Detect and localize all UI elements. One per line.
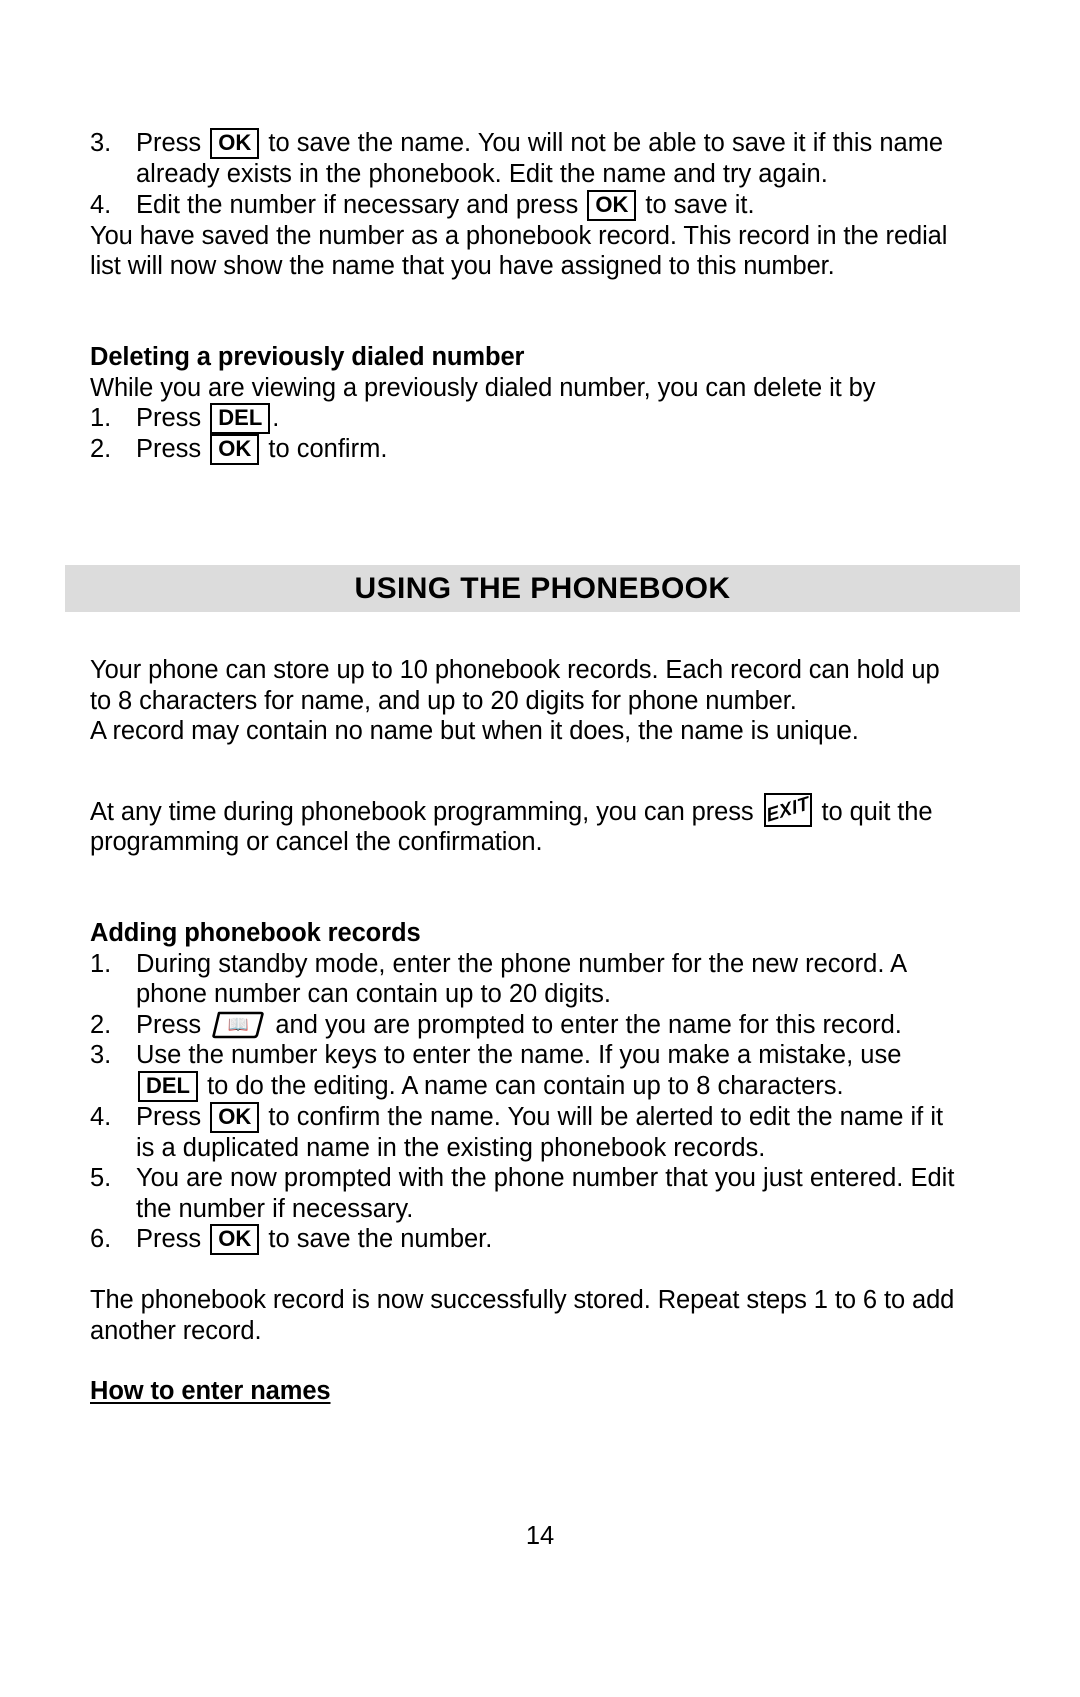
ok-key[interactable]: OK bbox=[210, 1101, 260, 1133]
exit-key-label: EXIT bbox=[764, 792, 811, 827]
list-item: 1. During standby mode, enter the phone … bbox=[90, 949, 960, 1010]
list-number: 1. bbox=[90, 404, 112, 432]
page-content: 3. Press OK to save the name. You will n… bbox=[90, 128, 960, 465]
list-item: 5. You are now prompted with the phone n… bbox=[90, 1163, 960, 1224]
adding-steps-list: 1. During standby mode, enter the phone … bbox=[90, 949, 960, 1255]
manual-page: 3. Press OK to save the name. You will n… bbox=[0, 0, 1080, 1697]
list-text: Press OK to confirm. bbox=[136, 434, 960, 465]
list-number: 3. bbox=[90, 1041, 112, 1069]
ok-key[interactable]: OK bbox=[210, 128, 260, 159]
list-text: Press OK to save the name. You will not … bbox=[136, 128, 960, 190]
ok-key[interactable]: OK bbox=[587, 189, 637, 221]
list-item: 2. Press 📖 and you are prompted to enter… bbox=[90, 1010, 960, 1041]
step-text-after: to save it. bbox=[645, 190, 755, 219]
list-number: 5. bbox=[90, 1164, 112, 1192]
step-text-after: to save the number. bbox=[268, 1225, 493, 1253]
list-text: Press OK to save the number. bbox=[136, 1224, 960, 1255]
step-text-b: to do the editing. A name can contain up… bbox=[207, 1071, 844, 1100]
step-text-after: and you are prompted to enter the name f… bbox=[275, 1010, 902, 1039]
phonebook-book-icon[interactable]: 📖 bbox=[211, 1011, 265, 1039]
section-banner-title: USING THE PHONEBOOK bbox=[354, 571, 731, 605]
list-item: 4. Press OK to confirm the name. You wil… bbox=[90, 1101, 960, 1164]
exit-key-paragraph: At any time during phonebook programming… bbox=[90, 792, 960, 858]
list-item: 3. Use the number keys to enter the name… bbox=[90, 1040, 960, 1102]
list-item: 6. Press OK to save the number. bbox=[90, 1224, 960, 1255]
list-item: 4. Edit the number if necessary and pres… bbox=[90, 189, 960, 221]
deleting-section-heading: Deleting a previously dialed number bbox=[90, 342, 525, 371]
step-text-before: Press bbox=[136, 1225, 202, 1253]
list-number: 1. bbox=[90, 949, 112, 978]
list-text: You are now prompted with the phone numb… bbox=[136, 1164, 955, 1223]
step-text-before: Press bbox=[136, 435, 202, 463]
ok-key[interactable]: OK bbox=[210, 1224, 260, 1255]
list-number: 6. bbox=[90, 1225, 112, 1253]
saved-number-paragraph: You have saved the number as a phonebook… bbox=[90, 221, 948, 281]
page-content-lower: Your phone can store up to 10 phonebook … bbox=[90, 655, 960, 1407]
step-text-after: . bbox=[272, 404, 280, 432]
list-text: Edit the number if necessary and press O… bbox=[136, 189, 960, 221]
adding-section-closing: The phonebook record is now successfully… bbox=[90, 1286, 955, 1345]
list-text: During standby mode, enter the phone num… bbox=[136, 949, 906, 1009]
phonebook-unique-name-paragraph: A record may contain no name but when it… bbox=[90, 717, 859, 745]
del-key[interactable]: DEL bbox=[138, 1070, 198, 1102]
list-text: Use the number keys to enter the name. I… bbox=[136, 1040, 960, 1102]
top-steps-list: 3. Press OK to save the name. You will n… bbox=[90, 128, 960, 221]
step-text-after: to confirm. bbox=[268, 435, 388, 463]
deleting-section-intro: While you are viewing a previously diale… bbox=[90, 373, 876, 402]
list-item: 2. Press OK to confirm. bbox=[90, 434, 960, 465]
step-text-before: Edit the number if necessary and press bbox=[136, 190, 579, 219]
step-text-before: Press bbox=[136, 1010, 202, 1039]
list-text: Press 📖 and you are prompted to enter th… bbox=[136, 1010, 960, 1041]
page-number: 14 bbox=[525, 1522, 555, 1550]
step-text-before: Press bbox=[136, 129, 202, 157]
list-number: 4. bbox=[90, 190, 112, 219]
exit-key[interactable]: EXIT bbox=[763, 792, 812, 827]
list-number: 4. bbox=[90, 1102, 112, 1131]
list-number: 2. bbox=[90, 1010, 112, 1039]
exit-line-before: At any time during phonebook programming… bbox=[90, 797, 754, 826]
list-text: Press DEL. bbox=[136, 403, 960, 434]
deleting-steps-list: 1. Press DEL. 2. Press OK to confirm. bbox=[90, 403, 960, 465]
list-item: 1. Press DEL. bbox=[90, 403, 960, 434]
list-item: 3. Press OK to save the name. You will n… bbox=[90, 128, 960, 190]
step-text-before: Press bbox=[136, 1102, 202, 1131]
step-text-before: Press bbox=[136, 404, 202, 432]
adding-section-heading: Adding phonebook records bbox=[90, 918, 421, 947]
phonebook-capacity-paragraph: Your phone can store up to 10 phonebook … bbox=[90, 656, 940, 715]
open-book-glyph: 📖 bbox=[227, 1014, 249, 1034]
list-number: 2. bbox=[90, 435, 112, 463]
enter-names-heading: How to enter names bbox=[90, 1377, 331, 1405]
step-text-a: Use the number keys to enter the name. I… bbox=[136, 1041, 902, 1069]
del-key[interactable]: DEL bbox=[210, 403, 271, 434]
ok-key[interactable]: OK bbox=[210, 434, 260, 465]
list-number: 3. bbox=[90, 129, 112, 157]
list-text: Press OK to confirm the name. You will b… bbox=[136, 1101, 960, 1164]
section-banner: USING THE PHONEBOOK bbox=[65, 565, 1020, 612]
